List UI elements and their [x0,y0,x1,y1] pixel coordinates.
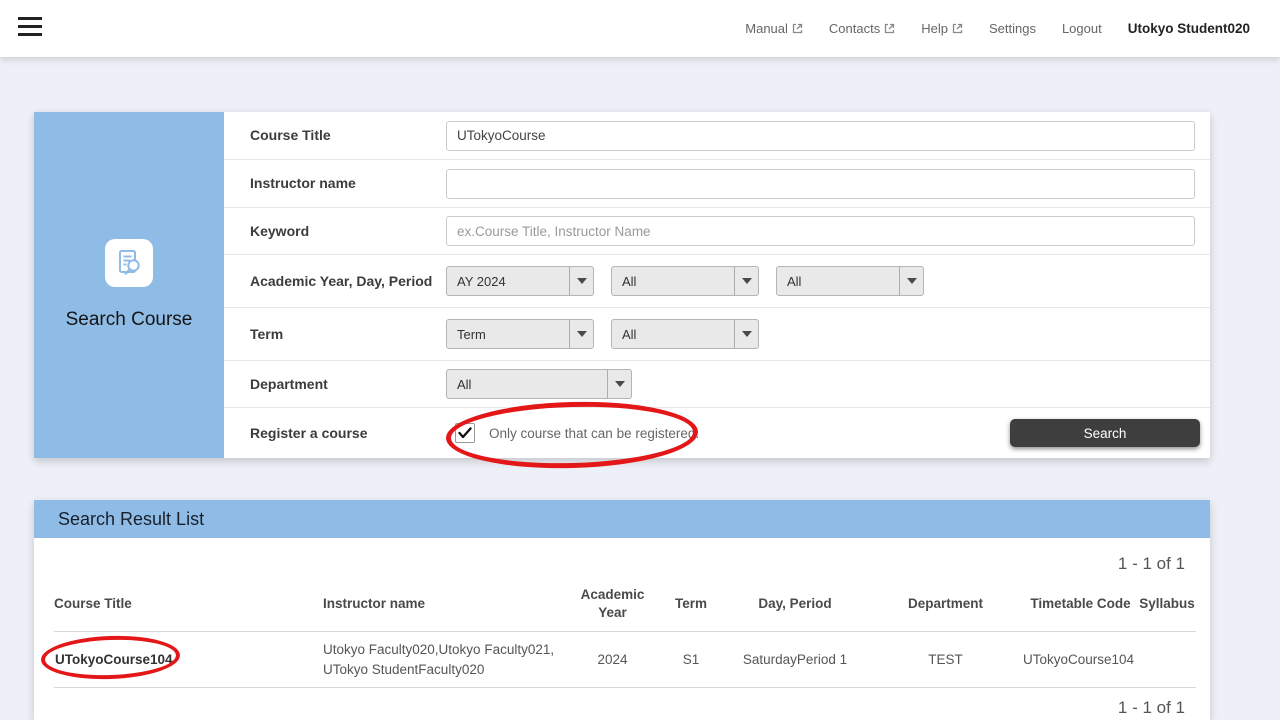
course-title-input[interactable] [446,121,1195,151]
pagination-bottom: 1 - 1 of 1 [34,688,1210,718]
result-department: TEST [868,650,1023,670]
result-academic-year: 2024 [565,650,660,670]
term-value-select[interactable]: All [611,319,759,349]
search-result-list-header: Search Result List [34,500,1210,538]
chevron-down-icon [899,267,923,295]
academic-year-select-value: AY 2024 [447,267,569,295]
nav-settings-label: Settings [989,21,1036,36]
result-course-title-link[interactable]: UTokyoCourse104 [54,650,323,670]
form-row-academic-year-day-period: Academic Year, Day, Period AY 2024 All A… [224,255,1210,308]
day-select-value: All [612,267,734,295]
period-select[interactable]: All [776,266,924,296]
term-type-select-value: Term [447,320,569,348]
chevron-down-icon [734,267,758,295]
keyword-input[interactable] [446,216,1195,246]
nav-logout[interactable]: Logout [1062,21,1102,36]
search-course-title: Search Course [66,309,193,331]
nav-manual[interactable]: Manual [745,21,803,36]
search-course-card: Search Course Course Title Instructor na… [34,112,1210,458]
nav-settings[interactable]: Settings [989,21,1036,36]
form-row-register: Register a course Only course that can b… [224,408,1210,458]
top-bar: Manual Contacts Help Settings Logout Uto… [0,0,1280,57]
form-row-keyword: Keyword [224,208,1210,255]
nav-logout-label: Logout [1062,21,1102,36]
top-navigation: Manual Contacts Help Settings Logout Uto… [745,0,1250,57]
search-course-side-panel: Search Course [34,112,224,458]
column-course-title: Course Title [54,595,323,613]
chevron-down-icon [734,320,758,348]
form-row-course-title: Course Title [224,112,1210,160]
term-label: Term [250,325,446,343]
column-academic-year: Academic Year [565,586,660,621]
chevron-down-icon [607,370,631,398]
results-table-header-row: Course Title Instructor name Academic Ye… [54,574,1196,632]
nav-contacts-label: Contacts [829,21,880,36]
external-link-icon [884,23,895,34]
nav-help-label: Help [921,21,948,36]
academic-year-select[interactable]: AY 2024 [446,266,594,296]
nav-contacts[interactable]: Contacts [829,21,895,36]
instructor-name-label: Instructor name [250,174,446,192]
hamburger-menu-icon[interactable] [18,17,42,39]
register-only-checkbox-label: Only course that can be registered. [489,426,699,441]
chevron-down-icon [569,267,593,295]
pagination-top: 1 - 1 of 1 [34,538,1210,574]
column-day-period: Day, Period [722,595,868,613]
course-title-label: Course Title [250,126,446,144]
day-select[interactable]: All [611,266,759,296]
logged-in-username: Utokyo Student020 [1128,21,1250,36]
external-link-icon [952,23,963,34]
column-timetable-code: Timetable Code [1023,595,1138,613]
result-instructor-name: Utokyo Faculty020,Utokyo Faculty021,UTok… [323,640,565,679]
external-link-icon [792,23,803,34]
form-row-department: Department All [224,361,1210,408]
result-term: S1 [660,650,722,670]
department-select-value: All [447,370,607,398]
register-only-checkbox[interactable] [455,423,475,443]
register-a-course-label: Register a course [250,424,446,442]
column-department: Department [868,595,1023,613]
department-label: Department [250,375,446,393]
result-day-period: SaturdayPeriod 1 [722,650,868,670]
nav-manual-label: Manual [745,21,788,36]
chevron-down-icon [569,320,593,348]
academic-year-day-period-label: Academic Year, Day, Period [250,272,446,290]
search-button[interactable]: Search [1010,419,1200,447]
search-form: Course Title Instructor name Keyword Aca… [224,112,1210,458]
term-type-select[interactable]: Term [446,319,594,349]
keyword-label: Keyword [250,222,446,240]
column-syllabus: Syllabus [1138,595,1196,613]
document-search-icon [105,239,153,287]
results-table: Course Title Instructor name Academic Ye… [54,574,1196,688]
result-timetable-code: UTokyoCourse104 [1023,650,1138,670]
column-term: Term [660,595,722,613]
search-result-card: Search Result List 1 - 1 of 1 Course Tit… [34,500,1210,720]
instructor-name-input[interactable] [446,169,1195,199]
department-select[interactable]: All [446,369,632,399]
form-row-instructor: Instructor name [224,160,1210,208]
term-value-select-value: All [612,320,734,348]
form-row-term: Term Term All [224,308,1210,361]
search-result-list-title: Search Result List [58,509,204,530]
nav-help[interactable]: Help [921,21,963,36]
period-select-value: All [777,267,899,295]
column-instructor-name: Instructor name [323,595,565,613]
table-row[interactable]: UTokyoCourse104 Utokyo Faculty020,Utokyo… [54,632,1196,688]
